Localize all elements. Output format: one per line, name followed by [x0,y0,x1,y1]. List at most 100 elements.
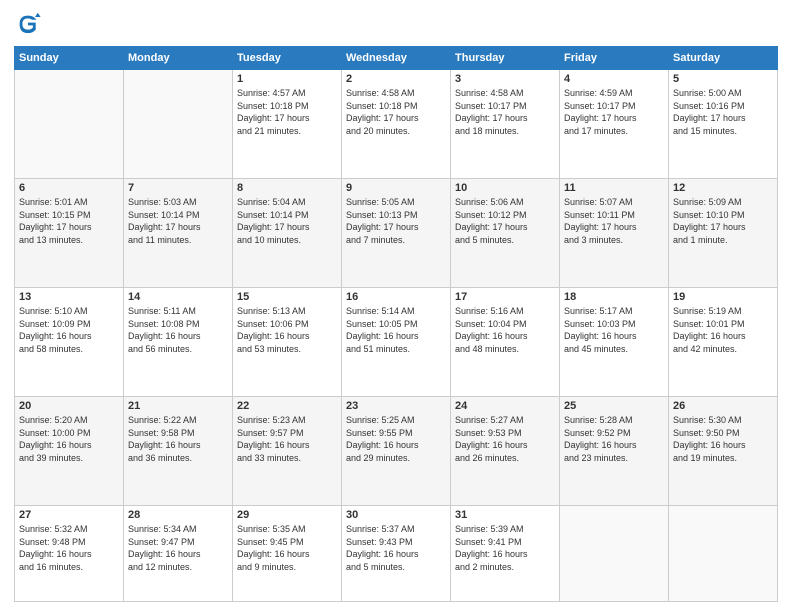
calendar-cell: 8 Sunrise: 5:04 AM Sunset: 10:14 PM Dayli… [233,179,342,288]
day-info: Sunrise: 5:35 AM Sunset: 9:45 PM Dayligh… [237,523,337,573]
page: SundayMondayTuesdayWednesdayThursdayFrid… [0,0,792,612]
day-info: Sunrise: 5:14 AM Sunset: 10:05 PM Daylig… [346,305,446,355]
day-info: Sunrise: 5:28 AM Sunset: 9:52 PM Dayligh… [564,414,664,464]
calendar-cell: 17 Sunrise: 5:16 AM Sunset: 10:04 PM Dayl… [451,288,560,397]
calendar-cell: 9 Sunrise: 5:05 AM Sunset: 10:13 PM Dayli… [342,179,451,288]
day-info: Sunrise: 5:32 AM Sunset: 9:48 PM Dayligh… [19,523,119,573]
calendar-cell: 31 Sunrise: 5:39 AM Sunset: 9:41 PM Dayli… [451,506,560,602]
day-number: 1 [237,73,337,85]
calendar-cell: 16 Sunrise: 5:14 AM Sunset: 10:05 PM Dayl… [342,288,451,397]
day-number: 15 [237,291,337,303]
logo-icon [14,10,42,38]
day-number: 26 [673,400,773,412]
calendar-col-header: Monday [124,47,233,70]
day-number: 16 [346,291,446,303]
day-number: 6 [19,182,119,194]
day-number: 7 [128,182,228,194]
calendar-table: SundayMondayTuesdayWednesdayThursdayFrid… [14,46,778,602]
calendar-col-header: Sunday [15,47,124,70]
day-info: Sunrise: 5:27 AM Sunset: 9:53 PM Dayligh… [455,414,555,464]
calendar-col-header: Friday [560,47,669,70]
day-number: 13 [19,291,119,303]
calendar-cell: 27Sunrise: 5:32 AM Sunset: 9:48 PM Dayli… [15,506,124,602]
calendar-cell: 24 Sunrise: 5:27 AM Sunset: 9:53 PM Dayli… [451,397,560,506]
day-info: Sunrise: 5:13 AM Sunset: 10:06 PM Daylig… [237,305,337,355]
day-number: 9 [346,182,446,194]
day-number: 20 [19,400,119,412]
calendar-cell [15,70,124,179]
day-number: 11 [564,182,664,194]
calendar-week-row: 27Sunrise: 5:32 AM Sunset: 9:48 PM Dayli… [15,506,778,602]
calendar-col-header: Saturday [669,47,778,70]
calendar-cell: 28Sunrise: 5:34 AM Sunset: 9:47 PM Dayli… [124,506,233,602]
calendar-cell: 6 Sunrise: 5:01 AM Sunset: 10:15 PM Dayli… [15,179,124,288]
day-info: Sunrise: 5:11 AM Sunset: 10:08 PM Daylig… [128,305,228,355]
calendar-cell: 11 Sunrise: 5:07 AM Sunset: 10:11 PM Dayl… [560,179,669,288]
day-number: 18 [564,291,664,303]
day-info: Sunrise: 5:23 AM Sunset: 9:57 PM Dayligh… [237,414,337,464]
calendar-cell: 25 Sunrise: 5:28 AM Sunset: 9:52 PM Dayli… [560,397,669,506]
day-info: Sunrise: 5:07 AM Sunset: 10:11 PM Daylig… [564,196,664,246]
day-info: Sunrise: 5:10 AM Sunset: 10:09 PM Daylig… [19,305,119,355]
day-number: 19 [673,291,773,303]
day-info: Sunrise: 5:01 AM Sunset: 10:15 PM Daylig… [19,196,119,246]
calendar-cell: 30Sunrise: 5:37 AM Sunset: 9:43 PM Dayli… [342,506,451,602]
day-info: Sunrise: 5:04 AM Sunset: 10:14 PM Daylig… [237,196,337,246]
calendar-week-row: 13 Sunrise: 5:10 AM Sunset: 10:09 PM Dayl… [15,288,778,397]
calendar-col-header: Thursday [451,47,560,70]
day-info: Sunrise: 4:58 AM Sunset: 10:18 PM Daylig… [346,87,446,137]
calendar-cell: 20 Sunrise: 5:20 AM Sunset: 10:00 PM Dayl… [15,397,124,506]
calendar-week-row: 6 Sunrise: 5:01 AM Sunset: 10:15 PM Dayli… [15,179,778,288]
day-number: 17 [455,291,555,303]
day-info: Sunrise: 5:05 AM Sunset: 10:13 PM Daylig… [346,196,446,246]
calendar-cell: 12Sunrise: 5:09 AM Sunset: 10:10 PM Dayl… [669,179,778,288]
day-number: 25 [564,400,664,412]
day-number: 21 [128,400,228,412]
day-number: 24 [455,400,555,412]
day-info: Sunrise: 4:57 AM Sunset: 10:18 PM Daylig… [237,87,337,137]
day-number: 4 [564,73,664,85]
day-number: 2 [346,73,446,85]
day-number: 22 [237,400,337,412]
calendar-cell: 5Sunrise: 5:00 AM Sunset: 10:16 PM Dayli… [669,70,778,179]
day-info: Sunrise: 4:58 AM Sunset: 10:17 PM Daylig… [455,87,555,137]
day-number: 31 [455,509,555,521]
day-info: Sunrise: 5:37 AM Sunset: 9:43 PM Dayligh… [346,523,446,573]
day-info: Sunrise: 5:20 AM Sunset: 10:00 PM Daylig… [19,414,119,464]
day-info: Sunrise: 5:19 AM Sunset: 10:01 PM Daylig… [673,305,773,355]
day-number: 23 [346,400,446,412]
day-number: 29 [237,509,337,521]
day-info: Sunrise: 5:39 AM Sunset: 9:41 PM Dayligh… [455,523,555,573]
day-info: Sunrise: 5:16 AM Sunset: 10:04 PM Daylig… [455,305,555,355]
calendar-col-header: Wednesday [342,47,451,70]
day-info: Sunrise: 4:59 AM Sunset: 10:17 PM Daylig… [564,87,664,137]
calendar-cell [124,70,233,179]
calendar-cell: 19 Sunrise: 5:19 AM Sunset: 10:01 PM Dayl… [669,288,778,397]
day-info: Sunrise: 5:09 AM Sunset: 10:10 PM Daylig… [673,196,773,246]
calendar-cell: 10Sunrise: 5:06 AM Sunset: 10:12 PM Dayl… [451,179,560,288]
day-info: Sunrise: 5:00 AM Sunset: 10:16 PM Daylig… [673,87,773,137]
calendar-cell: 23 Sunrise: 5:25 AM Sunset: 9:55 PM Dayli… [342,397,451,506]
calendar-cell: 14 Sunrise: 5:11 AM Sunset: 10:08 PM Dayl… [124,288,233,397]
calendar-cell: 3Sunrise: 4:58 AM Sunset: 10:17 PM Dayli… [451,70,560,179]
logo [14,10,48,38]
calendar-cell: 13 Sunrise: 5:10 AM Sunset: 10:09 PM Dayl… [15,288,124,397]
day-info: Sunrise: 5:06 AM Sunset: 10:12 PM Daylig… [455,196,555,246]
day-info: Sunrise: 5:17 AM Sunset: 10:03 PM Daylig… [564,305,664,355]
calendar-cell: 22 Sunrise: 5:23 AM Sunset: 9:57 PM Dayli… [233,397,342,506]
day-info: Sunrise: 5:22 AM Sunset: 9:58 PM Dayligh… [128,414,228,464]
calendar-week-row: 20 Sunrise: 5:20 AM Sunset: 10:00 PM Dayl… [15,397,778,506]
calendar-cell: 2 Sunrise: 4:58 AM Sunset: 10:18 PM Dayli… [342,70,451,179]
day-info: Sunrise: 5:30 AM Sunset: 9:50 PM Dayligh… [673,414,773,464]
calendar-cell: 29 Sunrise: 5:35 AM Sunset: 9:45 PM Dayli… [233,506,342,602]
calendar-week-row: 1 Sunrise: 4:57 AM Sunset: 10:18 PM Dayli… [15,70,778,179]
calendar-cell: 21 Sunrise: 5:22 AM Sunset: 9:58 PM Dayli… [124,397,233,506]
calendar-cell: 4 Sunrise: 4:59 AM Sunset: 10:17 PM Dayli… [560,70,669,179]
day-number: 8 [237,182,337,194]
calendar-col-header: Tuesday [233,47,342,70]
calendar-cell [669,506,778,602]
day-info: Sunrise: 5:25 AM Sunset: 9:55 PM Dayligh… [346,414,446,464]
day-info: Sunrise: 5:34 AM Sunset: 9:47 PM Dayligh… [128,523,228,573]
calendar-cell: 7Sunrise: 5:03 AM Sunset: 10:14 PM Dayli… [124,179,233,288]
day-number: 14 [128,291,228,303]
